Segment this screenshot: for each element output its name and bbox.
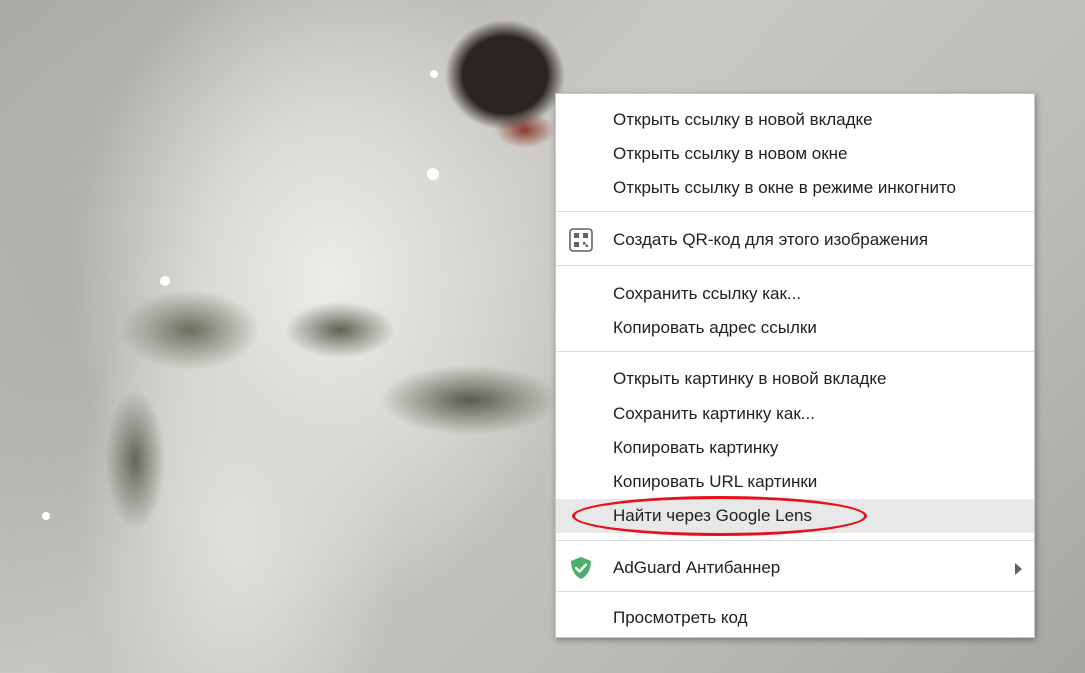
menu-item-open-image-new-tab[interactable]: Открыть картинку в новой вкладке: [556, 362, 1034, 396]
qr-code-icon: [569, 228, 593, 252]
menu-item-save-link-as[interactable]: Сохранить ссылку как...: [556, 277, 1034, 311]
menu-item-label: Открыть ссылку в окне в режиме инкогнито: [613, 178, 956, 197]
menu-item-label: Сохранить картинку как...: [613, 404, 815, 423]
menu-item-label: Создать QR-код для этого изображения: [613, 230, 929, 249]
context-menu: Открыть ссылку в новой вкладке Открыть с…: [555, 93, 1035, 638]
menu-item-label: Открыть картинку в новой вкладке: [613, 369, 887, 388]
menu-item-open-link-new-window[interactable]: Открыть ссылку в новом окне: [556, 137, 1034, 171]
menu-item-open-link-incognito[interactable]: Открыть ссылку в окне в режиме инкогнито: [556, 171, 1034, 205]
adguard-shield-icon: [569, 556, 593, 580]
menu-item-search-google-lens[interactable]: Найти через Google Lens: [556, 499, 1034, 533]
submenu-arrow-icon: [1015, 563, 1022, 575]
menu-item-copy-link-address[interactable]: Копировать адрес ссылки: [556, 311, 1034, 345]
snow-speck: [427, 168, 439, 180]
menu-item-view-source[interactable]: Просмотреть код: [556, 601, 1034, 635]
menu-item-create-qr-code[interactable]: Создать QR-код для этого изображения: [556, 223, 1034, 257]
menu-separator: [556, 591, 1034, 592]
menu-item-label: Сохранить ссылку как...: [613, 284, 802, 303]
menu-separator: [556, 211, 1034, 212]
menu-item-label: Открыть ссылку в новом окне: [613, 144, 848, 163]
snow-speck: [430, 70, 438, 78]
menu-item-save-image-as[interactable]: Сохранить картинку как...: [556, 397, 1034, 431]
menu-separator: [556, 351, 1034, 352]
menu-item-copy-image-url[interactable]: Копировать URL картинки: [556, 465, 1034, 499]
snow-speck: [160, 276, 170, 286]
menu-item-copy-image[interactable]: Копировать картинку: [556, 431, 1034, 465]
menu-item-open-link-new-tab[interactable]: Открыть ссылку в новой вкладке: [556, 103, 1034, 137]
menu-item-label: Копировать картинку: [613, 438, 779, 457]
menu-separator: [556, 540, 1034, 541]
menu-item-adguard[interactable]: AdGuard Антибаннер: [556, 551, 1034, 585]
snow-speck: [42, 512, 50, 520]
menu-item-label: Копировать URL картинки: [613, 472, 818, 491]
menu-item-label: Копировать адрес ссылки: [613, 318, 817, 337]
menu-item-label: Просмотреть код: [613, 608, 748, 627]
screen: Открыть ссылку в новой вкладке Открыть с…: [0, 0, 1085, 673]
menu-item-label: Найти через Google Lens: [613, 506, 813, 525]
menu-item-label: AdGuard Антибаннер: [613, 558, 781, 577]
menu-item-label: Открыть ссылку в новой вкладке: [613, 110, 873, 129]
menu-separator: [556, 265, 1034, 266]
